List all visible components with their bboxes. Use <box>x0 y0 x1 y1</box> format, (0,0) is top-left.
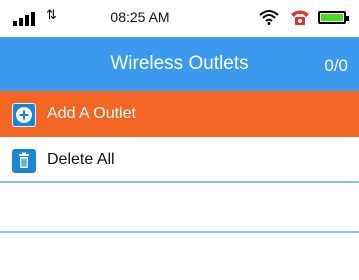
title-bar: Wireless Outlets 0/0 <box>0 37 359 91</box>
list-item[interactable] <box>0 233 359 280</box>
trash-icon <box>12 149 36 173</box>
list-item[interactable] <box>0 185 359 233</box>
battery-icon <box>318 11 349 24</box>
outlet-count: 0/0 <box>324 56 348 75</box>
phone-alert-icon <box>291 10 309 25</box>
status-time: 08:25 AM <box>110 9 170 25</box>
delete-all-label: Delete All <box>47 151 115 168</box>
add-outlet-label: Add A Outlet <box>47 105 136 122</box>
battery-fill <box>321 14 343 21</box>
add-outlet-button[interactable]: Add A Outlet <box>0 91 359 137</box>
status-bar: ⇅ 08:25 AM <box>0 0 359 37</box>
plus-circle-icon <box>12 103 36 127</box>
delete-all-button[interactable]: Delete All <box>0 137 359 183</box>
wifi-icon <box>259 10 279 25</box>
page-title: Wireless Outlets <box>110 53 249 74</box>
